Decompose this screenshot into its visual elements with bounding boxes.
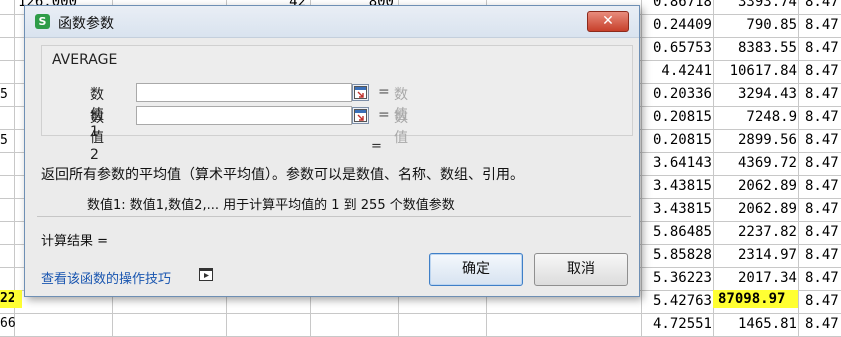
table-cell[interactable]: 3294.43 bbox=[715, 83, 797, 106]
table-cell[interactable]: 8383.55 bbox=[715, 37, 797, 60]
number2-input[interactable] bbox=[136, 106, 352, 125]
row-label-cell[interactable] bbox=[0, 244, 14, 267]
argument-equals: = bbox=[378, 84, 390, 100]
table-cell[interactable]: 10617.84 bbox=[715, 60, 797, 83]
row-label-cell[interactable] bbox=[0, 267, 14, 290]
column-gridline bbox=[14, 0, 15, 336]
divider bbox=[37, 216, 631, 217]
argument-description: 数值1: 数值1,数值2,... 用于计算平均值的 1 到 255 个数值参数 bbox=[87, 198, 455, 213]
cancel-button[interactable]: 取消 bbox=[534, 253, 628, 286]
argument-label: 数值2 bbox=[90, 110, 104, 163]
table-cell[interactable]: 0.24409 bbox=[643, 14, 712, 37]
range-select-icon bbox=[354, 86, 367, 99]
row-label-cell[interactable] bbox=[0, 221, 14, 244]
table-cell[interactable]: 5.86485 bbox=[643, 221, 712, 244]
table-cell[interactable]: 1465.81 bbox=[715, 313, 797, 336]
table-cell[interactable]: 0.65753 bbox=[643, 37, 712, 60]
row-label-cell[interactable] bbox=[0, 60, 14, 83]
column-gridline bbox=[713, 0, 714, 336]
table-cell[interactable]: 3.43815 bbox=[643, 198, 712, 221]
table-cell[interactable]: 8.47 bbox=[805, 244, 841, 267]
function-name: AVERAGE bbox=[52, 52, 118, 68]
table-cell[interactable]: 2899.56 bbox=[715, 129, 797, 152]
table-cell[interactable]: 8.47 bbox=[805, 175, 841, 198]
table-cell[interactable]: 8.47 bbox=[805, 129, 841, 152]
table-cell[interactable]: 2237.82 bbox=[715, 221, 797, 244]
table-cell[interactable]: 0.20336 bbox=[643, 83, 712, 106]
argument-equals: = bbox=[378, 107, 390, 123]
row-number: 66 bbox=[0, 316, 16, 331]
table-cell[interactable]: 8.47 bbox=[805, 152, 841, 175]
table-cell[interactable]: 5.42763 bbox=[643, 290, 712, 313]
column-gridline bbox=[641, 0, 642, 336]
table-cell[interactable]: 8.47 bbox=[805, 0, 841, 14]
table-cell[interactable]: 2062.89 bbox=[715, 198, 797, 221]
table-cell[interactable]: 0.20815 bbox=[643, 129, 712, 152]
row-label-cell[interactable] bbox=[0, 37, 14, 60]
row-label-cell[interactable] bbox=[0, 14, 14, 37]
table-cell[interactable]: 2314.97 bbox=[715, 244, 797, 267]
sum-row-left-value[interactable]: 22 bbox=[0, 290, 14, 308]
table-cell[interactable]: 790.85 bbox=[715, 14, 797, 37]
row-label-cell[interactable]: 5 bbox=[0, 83, 14, 106]
function-tips-link[interactable]: 查看该函数的操作技巧 bbox=[41, 268, 171, 287]
row-label-cell[interactable] bbox=[0, 152, 14, 175]
row-label-cell[interactable] bbox=[0, 106, 14, 129]
collapse-dialog-button[interactable] bbox=[352, 84, 369, 101]
calculation-result: 计算结果 = bbox=[41, 234, 109, 249]
table-cell[interactable]: 8.47 bbox=[805, 83, 841, 106]
sum-row-value[interactable]: 87098.97 bbox=[718, 290, 785, 308]
table-cell[interactable]: 8.47 bbox=[805, 37, 841, 60]
argument-value-placeholder: 数值 bbox=[394, 110, 408, 146]
table-cell[interactable]: 8.47 bbox=[805, 221, 841, 244]
table-cell[interactable]: 8.47 bbox=[805, 290, 841, 313]
table-cell[interactable]: 4369.72 bbox=[715, 152, 797, 175]
play-video-icon[interactable] bbox=[199, 268, 213, 281]
table-cell[interactable]: 3393.74 bbox=[715, 0, 797, 14]
table-cell[interactable]: 8.47 bbox=[805, 14, 841, 37]
table-cell[interactable]: 8.47 bbox=[805, 198, 841, 221]
close-button[interactable]: ✕ bbox=[587, 11, 629, 32]
dialog-title: 函数参数 bbox=[58, 16, 114, 32]
table-cell[interactable]: 4.4241 bbox=[643, 60, 712, 83]
table-cell[interactable]: 8.47 bbox=[805, 267, 841, 290]
collapse-dialog-button[interactable] bbox=[352, 107, 369, 124]
table-cell[interactable]: 4.72551 bbox=[643, 313, 712, 336]
table-cell[interactable]: 8.47 bbox=[805, 60, 841, 83]
row-label-cell[interactable] bbox=[0, 175, 14, 198]
row-label-cell[interactable]: 5 bbox=[0, 129, 14, 152]
function-result-equals: = bbox=[371, 139, 382, 154]
table-cell[interactable]: 0.20815 bbox=[643, 106, 712, 129]
row-label-cell[interactable] bbox=[0, 0, 14, 14]
number1-input[interactable] bbox=[136, 83, 352, 102]
table-cell[interactable]: 7248.9 bbox=[715, 106, 797, 129]
function-description: 返回所有参数的平均值（算术平均值）。参数可以是数值、名称、数组、引用。 bbox=[41, 167, 524, 183]
table-cell[interactable]: 2017.34 bbox=[715, 267, 797, 290]
table-cell[interactable]: 8.47 bbox=[805, 313, 841, 336]
table-cell[interactable]: 3.64143 bbox=[643, 152, 712, 175]
table-cell[interactable]: 5.36223 bbox=[643, 267, 712, 290]
column-gridline bbox=[798, 0, 799, 336]
table-cell[interactable]: 8.47 bbox=[805, 106, 841, 129]
table-cell[interactable]: 2062.89 bbox=[715, 175, 797, 198]
arguments-group: AVERAGE 数值1 = 数值 数值2 = 数值 bbox=[41, 45, 633, 163]
range-select-icon bbox=[354, 109, 367, 122]
wps-spreadsheet-app-icon: S bbox=[35, 14, 50, 29]
dialog-titlebar[interactable]: S 函数参数 ✕ bbox=[25, 6, 639, 38]
table-cell[interactable]: 0.86718 bbox=[643, 0, 712, 14]
table-cell[interactable]: 3.43815 bbox=[643, 175, 712, 198]
ok-button[interactable]: 确定 bbox=[429, 253, 523, 286]
row-label-cell[interactable] bbox=[0, 198, 14, 221]
function-arguments-dialog: S 函数参数 ✕ AVERAGE 数值1 = 数值 数值2 = 数值 = 返回所… bbox=[24, 5, 640, 297]
table-cell[interactable]: 5.85828 bbox=[643, 244, 712, 267]
